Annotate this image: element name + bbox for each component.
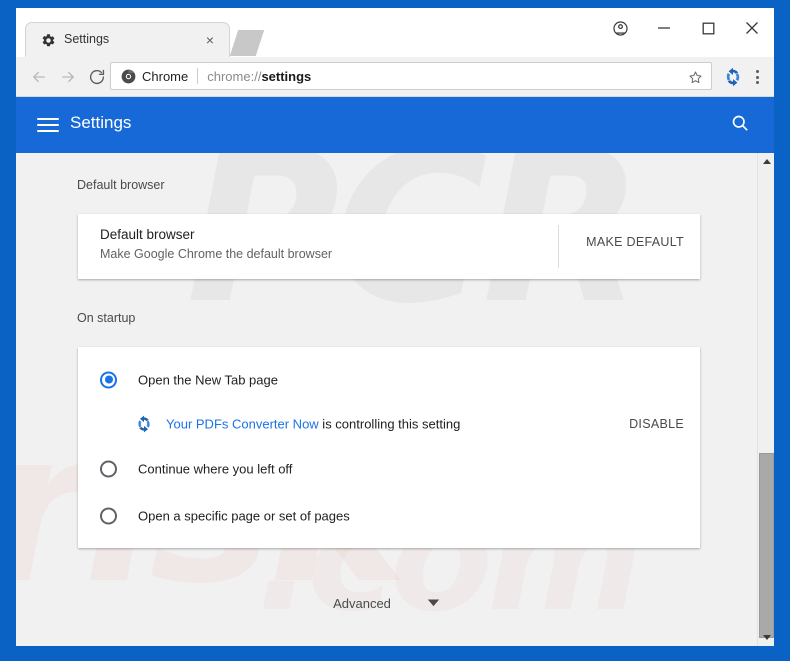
menu-dot (755, 70, 759, 73)
back-icon[interactable] (27, 65, 51, 89)
default-browser-title: Default browser (100, 227, 195, 242)
pdf-converter-extension-icon (134, 414, 154, 434)
window-controls (598, 8, 774, 48)
advanced-toggle[interactable]: Advanced (16, 594, 757, 612)
radio-button[interactable] (100, 507, 117, 524)
omnibox-url-prefix: chrome:// (207, 68, 262, 84)
bookmark-star-icon[interactable] (685, 67, 705, 87)
settings-content-area: PCR risk .com Default browser Default br… (16, 153, 774, 646)
startup-option-label: Continue where you left off (138, 461, 293, 476)
omnibox-scheme-label: Chrome (142, 68, 189, 84)
startup-option-new-tab[interactable]: Open the New Tab page (78, 356, 700, 403)
default-browser-subtitle: Make Google Chrome the default browser (100, 247, 333, 261)
hamburger-line (37, 130, 59, 132)
scroll-up-arrow-icon[interactable] (758, 153, 774, 170)
page-title: Settings (70, 113, 132, 132)
radio-button[interactable] (100, 460, 117, 477)
omnibox-url-page: settings (261, 68, 312, 84)
extension-name-link[interactable]: Your PDFs Converter Now (166, 417, 319, 432)
forward-icon[interactable] (56, 65, 80, 89)
browser-window-screenshot: Settings × Chrome chrome://settings Sett… (0, 0, 790, 661)
extension-notice-text: Your PDFs Converter Now is controlling t… (166, 417, 460, 432)
hamburger-icon[interactable] (37, 114, 59, 136)
vertical-scrollbar[interactable] (757, 153, 774, 646)
startup-option-label: Open a specific page or set of pages (138, 508, 350, 523)
make-default-button[interactable]: MAKE DEFAULT (586, 235, 684, 249)
menu-dot (755, 81, 759, 84)
startup-option-continue[interactable]: Continue where you left off (78, 445, 700, 492)
browser-toolbar: Chrome chrome://settings (16, 57, 774, 97)
menu-dot (755, 75, 759, 79)
extension-controlling-notice: Your PDFs Converter Now is controlling t… (78, 403, 700, 445)
section-label-on-startup: On startup (77, 311, 136, 325)
reload-icon[interactable] (85, 65, 109, 89)
default-browser-card: Default browser Make Google Chrome the d… (78, 214, 700, 279)
scrollbar-thumb[interactable] (759, 453, 774, 638)
advanced-label: Advanced (333, 595, 391, 611)
settings-sections: Default browser Default browser Make Goo… (16, 153, 757, 612)
pdf-converter-extension-icon[interactable] (722, 66, 744, 88)
chrome-logo-icon (121, 69, 136, 84)
section-label-default-browser: Default browser (77, 178, 165, 192)
scroll-down-arrow-icon[interactable] (758, 629, 774, 646)
hamburger-line (37, 118, 59, 120)
chrome-menu-icon[interactable] (746, 65, 768, 89)
minimize-button[interactable] (642, 8, 686, 48)
chevron-down-icon (427, 594, 440, 612)
radio-button-selected[interactable] (100, 371, 117, 388)
hamburger-line (37, 124, 59, 126)
settings-header-bar: Settings (16, 97, 774, 153)
settings-scroll-region: PCR risk .com Default browser Default br… (16, 153, 757, 646)
omnibox-separator (197, 68, 199, 84)
extension-notice-suffix: is controlling this setting (318, 416, 461, 432)
default-browser-row: Default browser Make Google Chrome the d… (78, 214, 700, 279)
omnibox-url: chrome://settings (207, 69, 311, 84)
tab-strip: Settings × (16, 8, 774, 57)
search-icon[interactable] (730, 113, 754, 137)
chrome-window: Settings × Chrome chrome://settings Sett… (16, 8, 774, 646)
tab-settings[interactable]: Settings × (25, 22, 230, 57)
new-tab-button[interactable] (229, 30, 265, 56)
disable-extension-button[interactable]: DISABLE (629, 417, 684, 431)
profile-icon[interactable] (598, 8, 642, 48)
startup-option-specific-page[interactable]: Open a specific page or set of pages (78, 492, 700, 539)
close-button[interactable] (730, 8, 774, 48)
maximize-button[interactable] (686, 8, 730, 48)
close-icon[interactable]: × (202, 32, 218, 48)
address-bar[interactable]: Chrome chrome://settings (110, 62, 712, 90)
gear-icon (40, 32, 56, 48)
tab-title: Settings (64, 32, 110, 46)
on-startup-card: Open the New Tab page Your PDFs Converte… (78, 347, 700, 548)
vertical-divider (558, 225, 559, 268)
startup-option-label: Open the New Tab page (138, 372, 278, 387)
